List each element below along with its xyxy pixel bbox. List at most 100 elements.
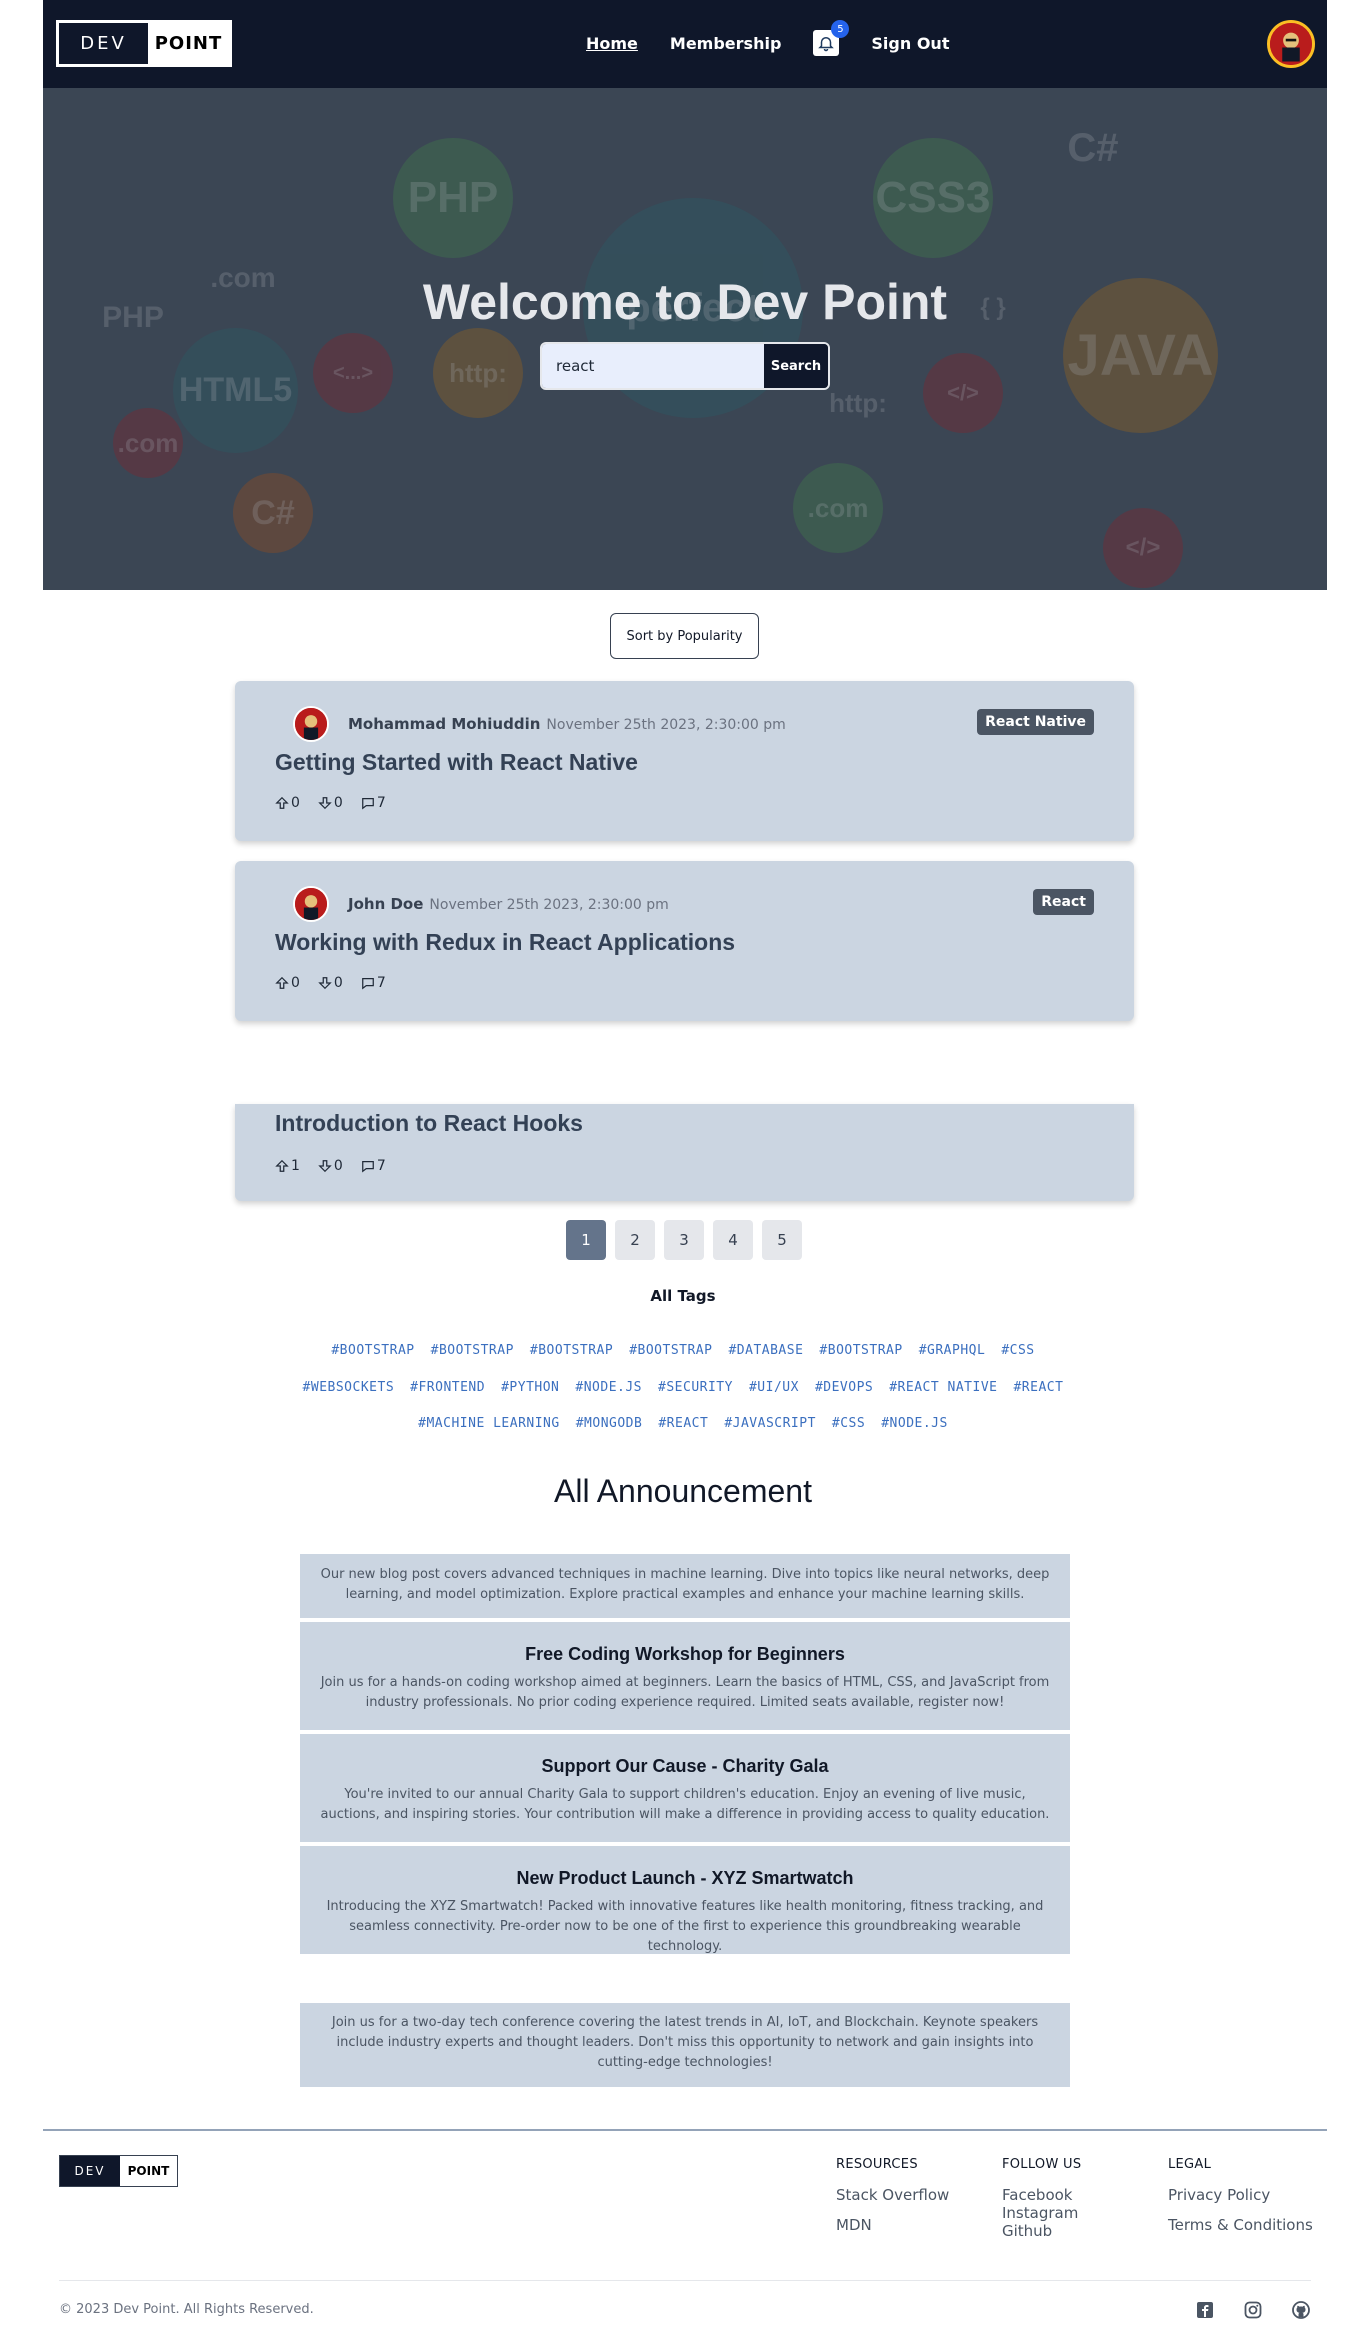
comment-icon bbox=[361, 978, 374, 990]
post-card[interactable]: John Doe November 25th 2023, 2:30:00 pm R… bbox=[235, 861, 1134, 1021]
upvote-button[interactable]: 0 bbox=[275, 795, 300, 811]
tag-link[interactable]: #WEBSOCKETS bbox=[303, 1380, 395, 1395]
arrow-up-icon bbox=[275, 1159, 289, 1172]
privacy-policy-link[interactable]: Privacy Policy bbox=[1168, 2186, 1313, 2204]
page-button[interactable]: 5 bbox=[762, 1220, 802, 1260]
search-input[interactable] bbox=[542, 344, 764, 388]
sort-by-popularity-button[interactable]: Sort by Popularity bbox=[610, 613, 759, 659]
tag-link[interactable]: #DATABASE bbox=[728, 1343, 803, 1358]
user-avatar[interactable] bbox=[1267, 20, 1315, 68]
github-icon[interactable] bbox=[1291, 2300, 1311, 2320]
page-button[interactable]: 4 bbox=[713, 1220, 753, 1260]
sign-out-link[interactable]: Sign Out bbox=[871, 34, 949, 53]
instagram-icon[interactable] bbox=[1243, 2300, 1263, 2320]
tag-link[interactable]: #CSS bbox=[1001, 1343, 1034, 1358]
facebook-link[interactable]: Facebook bbox=[1002, 2186, 1081, 2204]
tags-row: #BOOTSTRAP #BOOTSTRAP #BOOTSTRAP #BOOTST… bbox=[0, 1343, 1366, 1358]
tag-link[interactable]: #REACT bbox=[658, 1416, 708, 1431]
post-tag-badge[interactable]: React bbox=[1033, 889, 1094, 915]
tag-link[interactable]: #BOOTSTRAP bbox=[819, 1343, 902, 1358]
search-form: Search bbox=[540, 342, 830, 390]
follow-heading: FOLLOW US bbox=[1002, 2157, 1082, 2172]
hero-banner: PHP CSS3 C# JAVA HTML5 .com http: perfec… bbox=[43, 88, 1327, 590]
hero-bg-bubble: C# bbox=[233, 473, 313, 553]
announcement-body: Our new blog post covers advanced techni… bbox=[320, 1567, 1050, 1602]
stack-overflow-link[interactable]: Stack Overflow bbox=[836, 2186, 949, 2204]
tag-link[interactable]: #GRAPHQL bbox=[919, 1343, 986, 1358]
tags-row: #WEBSOCKETS #FRONTEND #PYTHON #NODE.JS #… bbox=[0, 1380, 1366, 1395]
footer-legal: LEGAL Privacy Policy Terms & Conditions bbox=[1168, 2157, 1313, 2234]
nav-home-link[interactable]: Home bbox=[586, 34, 638, 53]
footer-logo-point: POINT bbox=[120, 2156, 177, 2186]
tag-link[interactable]: #JAVASCRIPT bbox=[724, 1416, 816, 1431]
post-card[interactable]: Introduction to React Hooks 1 0 7 bbox=[235, 1104, 1134, 1201]
github-link[interactable]: Github bbox=[1002, 2222, 1081, 2240]
arrow-up-icon bbox=[275, 796, 289, 809]
tag-link[interactable]: #BOOTSTRAP bbox=[530, 1343, 613, 1358]
announcement-body: Join us for a hands-on coding workshop a… bbox=[320, 1675, 1050, 1710]
downvote-count: 0 bbox=[333, 975, 343, 991]
social-icons bbox=[1195, 2300, 1311, 2320]
announcement-body: Join us for a two-day tech conference co… bbox=[331, 2015, 1039, 2070]
footer-divider bbox=[43, 2129, 1327, 2131]
footer-logo[interactable]: DEV POINT bbox=[59, 2155, 178, 2187]
logo[interactable]: DEV POINT bbox=[56, 20, 232, 67]
author-name: John Doe bbox=[348, 895, 424, 913]
downvote-button[interactable]: 0 bbox=[318, 1158, 343, 1174]
footer-logo-dev: DEV bbox=[60, 2156, 120, 2186]
post-author: John Doe November 25th 2023, 2:30:00 pm bbox=[348, 895, 669, 913]
upvote-button[interactable]: 0 bbox=[275, 975, 300, 991]
footer-bottom-divider bbox=[59, 2280, 1311, 2281]
page-button[interactable]: 3 bbox=[664, 1220, 704, 1260]
page-button[interactable]: 1 bbox=[566, 1220, 606, 1260]
instagram-link[interactable]: Instagram bbox=[1002, 2204, 1081, 2222]
post-title[interactable]: Working with Redux in React Applications bbox=[275, 929, 735, 956]
hero-bg-bubble: HTML5 bbox=[173, 328, 298, 453]
notifications-button[interactable]: 5 bbox=[813, 20, 850, 56]
comment-icon bbox=[361, 1161, 374, 1173]
hero-bg-bubble: <...> bbox=[313, 333, 393, 413]
tag-link[interactable]: #REACT bbox=[1013, 1380, 1063, 1395]
author-avatar bbox=[293, 886, 329, 922]
hero-bg-bubble: C# bbox=[1067, 125, 1119, 170]
search-button[interactable]: Search bbox=[764, 344, 828, 388]
terms-link[interactable]: Terms & Conditions bbox=[1168, 2216, 1313, 2234]
post-tag-badge[interactable]: React Native bbox=[977, 709, 1094, 735]
tag-link[interactable]: #MACHINE LEARNING bbox=[418, 1416, 560, 1431]
hero-bg-bubble: http: bbox=[433, 328, 523, 418]
facebook-icon[interactable] bbox=[1195, 2300, 1215, 2320]
post-title[interactable]: Introduction to React Hooks bbox=[275, 1110, 583, 1137]
mdn-link[interactable]: MDN bbox=[836, 2216, 949, 2234]
tag-link[interactable]: #REACT NATIVE bbox=[889, 1380, 997, 1395]
tag-link[interactable]: #FRONTEND bbox=[410, 1380, 485, 1395]
comments-button[interactable]: 7 bbox=[361, 975, 386, 991]
tag-link[interactable]: #BOOTSTRAP bbox=[629, 1343, 712, 1358]
tags-row: #MACHINE LEARNING #MONGODB #REACT #JAVAS… bbox=[0, 1416, 1366, 1431]
downvote-button[interactable]: 0 bbox=[318, 975, 343, 991]
tag-link[interactable]: #NODE.JS bbox=[575, 1380, 642, 1395]
tag-link[interactable]: #PYTHON bbox=[501, 1380, 559, 1395]
tag-link[interactable]: #NODE.JS bbox=[881, 1416, 948, 1431]
comments-button[interactable]: 7 bbox=[361, 1158, 386, 1174]
tag-link[interactable]: #BOOTSTRAP bbox=[431, 1343, 514, 1358]
tag-link[interactable]: #DEVOPS bbox=[815, 1380, 873, 1395]
downvote-button[interactable]: 0 bbox=[318, 795, 343, 811]
footer-resources: RESOURCES Stack Overflow MDN bbox=[836, 2157, 949, 2234]
post-card[interactable]: Mohammad Mohiuddin November 25th 2023, 2:… bbox=[235, 681, 1134, 841]
tag-link[interactable]: #SECURITY bbox=[658, 1380, 733, 1395]
page-button[interactable]: 2 bbox=[615, 1220, 655, 1260]
comments-button[interactable]: 7 bbox=[361, 795, 386, 811]
tag-link[interactable]: #UI/UX bbox=[749, 1380, 799, 1395]
tag-link[interactable]: #MONGODB bbox=[576, 1416, 643, 1431]
hero-title: Welcome to Dev Point bbox=[422, 274, 948, 330]
comment-icon bbox=[361, 798, 374, 810]
post-date: November 25th 2023, 2:30:00 pm bbox=[429, 897, 669, 913]
all-tags-title: All Tags bbox=[650, 1287, 716, 1305]
upvote-button[interactable]: 1 bbox=[275, 1158, 300, 1174]
hero-bg-bubble: .com bbox=[793, 463, 883, 553]
post-title[interactable]: Getting Started with React Native bbox=[275, 749, 638, 776]
tag-link[interactable]: #CSS bbox=[832, 1416, 865, 1431]
announcement-title: Support Our Cause - Charity Gala bbox=[541, 1756, 829, 1776]
nav-membership-link[interactable]: Membership bbox=[670, 34, 782, 53]
tag-link[interactable]: #BOOTSTRAP bbox=[331, 1343, 414, 1358]
